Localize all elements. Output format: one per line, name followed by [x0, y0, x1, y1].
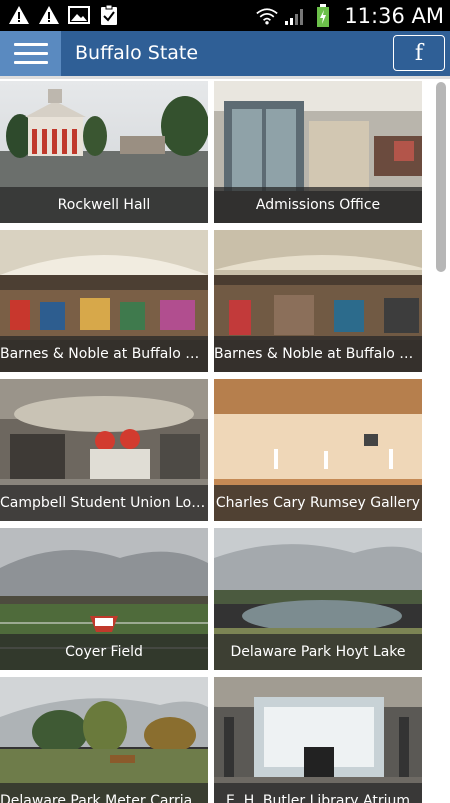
- tile-e-h-butler-library-atrium[interactable]: E. H. Butler Library Atrium: [214, 677, 422, 803]
- tile-rockwell-hall[interactable]: Rockwell Hall: [0, 81, 208, 223]
- status-time: 11:36 AM: [344, 3, 444, 28]
- tour-grid: Rockwell Hall Admissions Office Barnes &…: [0, 76, 450, 803]
- tile-coyer-field[interactable]: Coyer Field: [0, 528, 208, 670]
- facebook-icon: f: [414, 40, 424, 66]
- tile-label: Charles Cary Rumsey Gallery: [214, 485, 422, 521]
- tile-label: Barnes & Noble at Buffalo State: [214, 336, 422, 372]
- app-bar: Buffalo State f: [0, 31, 450, 76]
- wifi-icon: [256, 5, 279, 27]
- tile-label: Rockwell Hall: [0, 187, 208, 223]
- clipboard-check-icon: [98, 4, 120, 26]
- warning-icon: [8, 4, 30, 26]
- warning-icon: [38, 4, 60, 26]
- tile-label: Admissions Office: [214, 187, 422, 223]
- tile-label: Delaware Park Hoyt Lake: [214, 634, 422, 670]
- tile-charles-cary-rumsey-gallery[interactable]: Charles Cary Rumsey Gallery: [214, 379, 422, 521]
- tile-label: E. H. Butler Library Atrium: [214, 783, 422, 803]
- battery-charging-icon: [312, 3, 334, 27]
- tile-label: Delaware Park Meter Carriage: [0, 783, 208, 803]
- tile-label: Barnes & Noble at Buffalo State: [0, 336, 208, 372]
- tile-label: Coyer Field: [0, 634, 208, 670]
- signal-icon: [284, 5, 306, 27]
- image-icon: [68, 4, 90, 26]
- scrollbar[interactable]: [436, 82, 446, 272]
- page-title: Buffalo State: [75, 42, 199, 64]
- tile-delaware-park-meter-carriage[interactable]: Delaware Park Meter Carriage: [0, 677, 208, 803]
- tile-label: Campbell Student Union Lobby: [0, 485, 208, 521]
- tile-barnes-noble-1[interactable]: Barnes & Noble at Buffalo State: [0, 230, 208, 372]
- tile-campbell-student-union[interactable]: Campbell Student Union Lobby: [0, 379, 208, 521]
- tile-barnes-noble-2[interactable]: Barnes & Noble at Buffalo State: [214, 230, 422, 372]
- facebook-button[interactable]: f: [393, 35, 445, 71]
- tile-delaware-park-hoyt-lake[interactable]: Delaware Park Hoyt Lake: [214, 528, 422, 670]
- hamburger-menu-icon[interactable]: [0, 31, 61, 76]
- tile-admissions-office[interactable]: Admissions Office: [214, 81, 422, 223]
- status-bar: 11:36 AM: [0, 0, 450, 31]
